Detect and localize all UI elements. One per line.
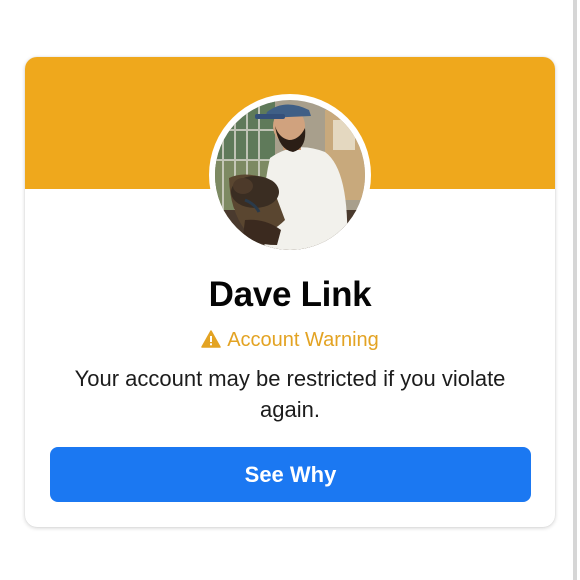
account-warning-label: Account Warning: [227, 329, 379, 351]
avatar-photo: [215, 100, 365, 250]
avatar-frame: [209, 94, 371, 256]
warning-triangle-icon: [201, 330, 221, 348]
see-why-button[interactable]: See Why: [50, 447, 531, 502]
page: Dave Link Account Warning Your account m…: [0, 0, 580, 580]
account-warning-label-row: Account Warning: [25, 329, 555, 352]
profile-name: Dave Link: [208, 275, 372, 314]
edge-scroll-strip: [573, 0, 577, 580]
avatar: [215, 100, 365, 250]
restriction-message: Your account may be restricted if you vi…: [74, 366, 506, 422]
account-warning-card: Dave Link Account Warning Your account m…: [25, 57, 555, 527]
